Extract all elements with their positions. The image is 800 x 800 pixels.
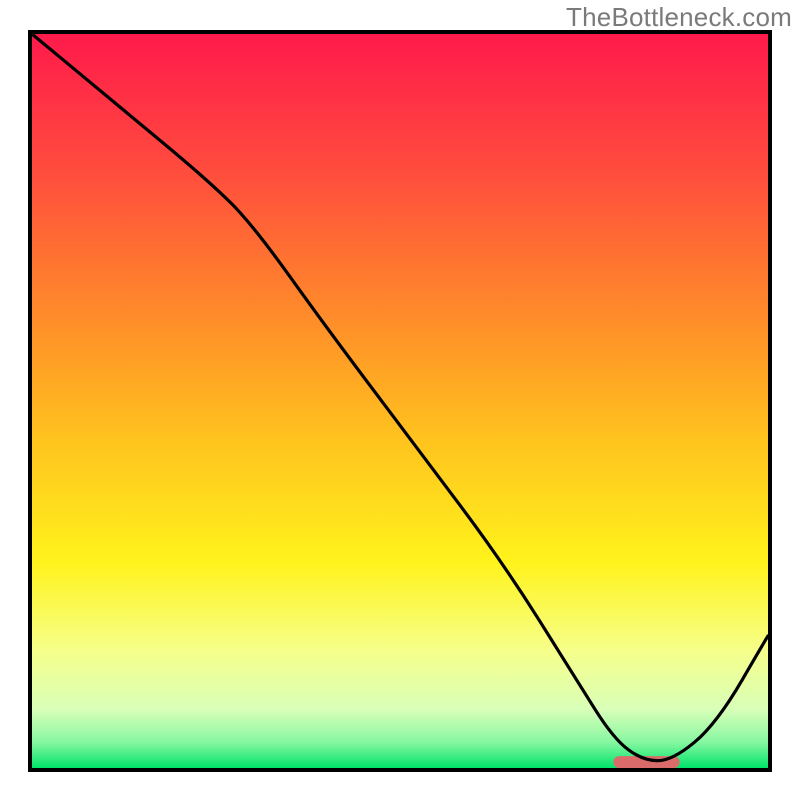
chart-container: TheBottleneck.com [0,0,800,800]
gradient-background [32,34,768,768]
plot-frame [28,30,772,772]
watermark-label: TheBottleneck.com [566,2,792,33]
plot-svg [32,34,768,768]
